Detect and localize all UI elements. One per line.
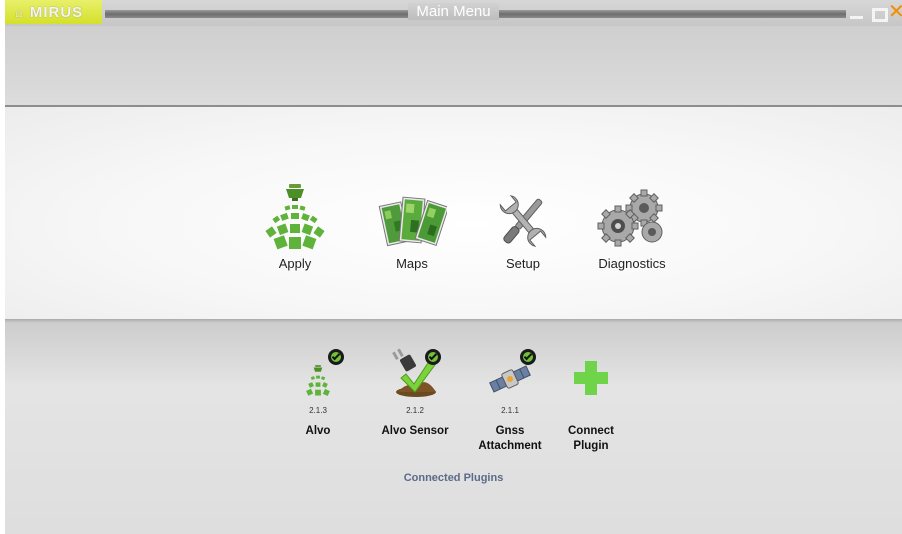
sprayer-icon (278, 346, 358, 398)
maps-icon (367, 178, 457, 250)
plugin-alvo-sensor[interactable]: 2.1.2 Alvo Sensor (375, 346, 455, 439)
menu-maps-label: Maps (396, 256, 428, 271)
connect-plugin-button[interactable]: Connect Plugin (551, 346, 631, 454)
connected-check-icon (520, 349, 536, 365)
plugin-name: Alvo (305, 425, 331, 437)
sprayer-icon (250, 178, 340, 250)
menu-setup-label: Setup (506, 256, 540, 271)
plugin-name: Gnss Attachment (478, 425, 542, 452)
plug-checkmark-icon (375, 346, 455, 398)
plugin-name: Connect Plugin (568, 425, 614, 452)
menu-maps[interactable]: Maps (367, 178, 457, 271)
wrench-screwdriver-icon (478, 178, 568, 250)
plus-icon (551, 346, 631, 398)
connected-check-icon (328, 349, 344, 365)
plugin-name: Alvo Sensor (381, 425, 449, 437)
window-title: Main Menu (5, 3, 902, 20)
menu-diagnostics[interactable]: Diagnostics (587, 178, 677, 271)
plugin-gnss-attachment[interactable]: 2.1.1 Gnss Attachment (470, 346, 550, 454)
plugin-version: 2.1.3 (309, 406, 327, 415)
menu-diagnostics-label: Diagnostics (598, 256, 666, 271)
close-button[interactable]: ✕ (888, 2, 902, 22)
satellite-icon (470, 346, 550, 398)
menu-apply[interactable]: Apply (250, 178, 340, 271)
gears-icon (587, 178, 677, 250)
app-window: ⌂ MIRUS Main Menu ✕ Apply Maps Setup Dia… (5, 0, 902, 534)
plugin-alvo[interactable]: 2.1.3 Alvo (278, 346, 358, 439)
connected-check-icon (425, 349, 441, 365)
top-panel (5, 26, 902, 106)
plugin-version: 2.1.2 (406, 406, 424, 415)
menu-apply-label: Apply (278, 256, 312, 271)
plugin-version (551, 406, 631, 416)
title-bar: ⌂ MIRUS Main Menu ✕ (5, 0, 902, 26)
maximize-button[interactable] (870, 2, 888, 22)
connected-plugins-caption: Connected Plugins (403, 472, 504, 484)
plugin-version: 2.1.1 (501, 406, 519, 415)
menu-setup[interactable]: Setup (478, 178, 568, 271)
minimize-button[interactable] (848, 2, 866, 22)
